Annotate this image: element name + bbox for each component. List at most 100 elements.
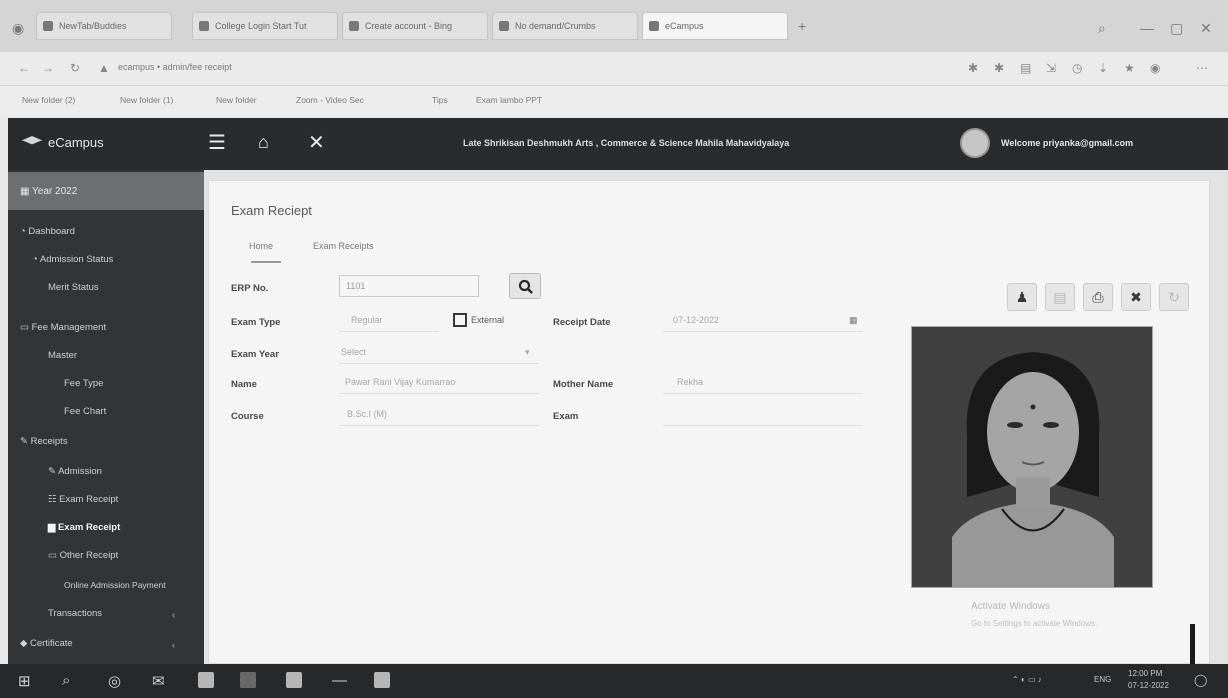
bookmark-item[interactable]: New folder (1): [120, 95, 173, 105]
close-icon[interactable]: ✕: [1200, 20, 1212, 37]
external-checkbox[interactable]: [453, 313, 467, 327]
bookmark-item[interactable]: New folder (2): [22, 95, 75, 105]
browser-tab-2[interactable]: College Login Start Tut: [192, 12, 338, 40]
extension-icon[interactable]: ▤: [1020, 61, 1031, 75]
sidebar-item-receipts[interactable]: ✎ Receipts: [20, 436, 68, 447]
sidebar-item-fee-chart[interactable]: Fee Chart: [64, 406, 106, 417]
history-icon[interactable]: ◷: [1072, 61, 1082, 75]
sidebar-item-fee-type[interactable]: Fee Type: [64, 378, 103, 389]
app-icon[interactable]: [198, 672, 214, 688]
favorites-icon[interactable]: ★: [1124, 61, 1135, 75]
sidebar-item-transactions[interactable]: Transactions: [48, 608, 102, 619]
exam-receipt-card: Exam Reciept Home Exam Receipts ERP No. …: [208, 180, 1210, 664]
tab-favicon-icon: [649, 21, 659, 31]
warning-icon: ▲: [98, 61, 110, 75]
erp-no-input[interactable]: 1101: [339, 275, 479, 297]
sidebar-item-year[interactable]: ▦ Year 2022: [8, 172, 204, 210]
tab-exam-receipts[interactable]: Exam Receipts: [313, 241, 374, 251]
browser-tab-4[interactable]: No demand/Crumbs: [492, 12, 638, 40]
browser-menu-icon[interactable]: ◉: [12, 20, 24, 37]
app-icon[interactable]: [374, 672, 390, 688]
certificate-icon: ◆: [20, 638, 30, 649]
money-icon: ▭: [20, 322, 32, 333]
calendar-icon[interactable]: ▦: [849, 315, 858, 326]
sidebar-item-admission[interactable]: ✎ Admission: [48, 466, 102, 477]
tab-home[interactable]: Home: [249, 241, 273, 251]
close-button[interactable]: ✖: [1121, 283, 1151, 311]
chevron-left-icon: ‹: [172, 640, 175, 650]
app-icon[interactable]: —: [332, 672, 347, 689]
save-button[interactable]: ▤: [1045, 283, 1075, 311]
back-icon[interactable]: ←: [18, 61, 30, 75]
scrollbar[interactable]: [1190, 624, 1195, 664]
windows-start-icon[interactable]: ⊞: [18, 672, 31, 690]
refresh-button[interactable]: ↻: [1159, 283, 1189, 311]
extension-icon[interactable]: ✱: [994, 61, 1004, 75]
browser-tab-1[interactable]: NewTab/Buddies: [36, 12, 172, 40]
tab-favicon-icon: [199, 21, 209, 31]
more-icon[interactable]: ⋯: [1196, 61, 1208, 75]
bookmark-item[interactable]: Tips: [432, 95, 448, 105]
notification-icon[interactable]: ◯: [1194, 673, 1207, 687]
app-icon[interactable]: [286, 672, 302, 688]
bookmark-item[interactable]: New folder: [216, 95, 257, 105]
search-icon[interactable]: ⌕: [62, 672, 70, 689]
browser-tab-active[interactable]: eCampus: [642, 12, 788, 40]
mother-name-underline: [663, 393, 863, 394]
sidebar-item-exam-receipt[interactable]: ▆ Exam Receipt: [48, 522, 120, 533]
browser-icon[interactable]: ◎: [108, 672, 121, 690]
tab-favicon-icon: [349, 21, 359, 31]
system-tray-icons[interactable]: ⌃ ◐ ▭ ♪: [1012, 675, 1042, 684]
minimize-icon[interactable]: —: [1140, 20, 1154, 36]
extension-icon[interactable]: ⇲: [1046, 61, 1056, 75]
bookmarks-bar: New folder (2) New folder (1) New folder…: [0, 86, 1228, 116]
activate-windows-title: Activate Windows: [971, 601, 1050, 612]
language-indicator[interactable]: ENG: [1094, 675, 1111, 684]
refresh-icon[interactable]: ↻: [70, 61, 80, 75]
receipt-date-input[interactable]: 07-12-2022: [673, 315, 719, 325]
sidebar-item-online-admission-payment[interactable]: Online Admission Payment: [64, 580, 166, 590]
add-user-button[interactable]: ♟: [1007, 283, 1037, 311]
menu-toggle-icon[interactable]: ☰: [208, 130, 226, 155]
profile-icon[interactable]: ◉: [1150, 61, 1160, 75]
list-icon: ☷: [48, 494, 60, 505]
sidebar-item-dashboard[interactable]: ◔ Dashboard: [20, 226, 75, 237]
search-button[interactable]: [509, 273, 541, 299]
mail-icon[interactable]: ✉: [152, 672, 165, 690]
exam-year-select[interactable]: Select: [341, 347, 366, 357]
forward-icon[interactable]: →: [42, 61, 54, 75]
receipt-icon: ✎: [20, 436, 31, 447]
download-icon[interactable]: ⇣: [1098, 61, 1108, 75]
chevron-down-icon: ▾: [525, 347, 530, 357]
sidebar-item-admission-status[interactable]: ◔ Admission Status: [32, 254, 113, 265]
user-menu[interactable]: Welcome priyanka@gmail.com: [1001, 138, 1133, 148]
browser-tab-3[interactable]: Create account - Bing: [342, 12, 488, 40]
brand-logo[interactable]: eCampus: [22, 135, 104, 150]
clock-date[interactable]: 07-12-2022: [1128, 681, 1169, 690]
search-icon: [518, 279, 533, 294]
clock-time[interactable]: 12:00 PM: [1128, 669, 1162, 678]
sidebar-item-other-receipt[interactable]: ▭ Other Receipt: [48, 550, 118, 561]
url-field[interactable]: ecampus • admin/fee receipt: [118, 62, 232, 72]
sidebar-item-certificate[interactable]: ◆ Certificate: [20, 638, 73, 649]
home-icon[interactable]: ⌂: [258, 132, 269, 153]
avatar[interactable]: [960, 128, 990, 158]
print-button[interactable]: ⎙: [1083, 283, 1113, 311]
extension-icon[interactable]: ✱: [968, 61, 978, 75]
chart-icon: ◔: [32, 254, 40, 265]
bookmark-item[interactable]: Zoom - Video Sec: [296, 95, 364, 105]
sidebar-item-fee-management[interactable]: ▭ Fee Management: [20, 322, 106, 333]
maximize-icon[interactable]: ▢: [1170, 20, 1183, 37]
course-value: B.Sc.I (M): [347, 409, 387, 419]
app-icon[interactable]: [240, 672, 256, 688]
sidebar-item-merit-status[interactable]: Merit Status: [48, 282, 99, 293]
app-header: eCampus ☰ ⌂ ✕ Late Shrikisan Deshmukh Ar…: [8, 118, 1228, 170]
search-icon[interactable]: ⌕: [1098, 20, 1106, 37]
new-tab-icon[interactable]: +: [798, 18, 806, 34]
exam-type-select[interactable]: Regular: [351, 315, 383, 325]
other-icon: ▭: [48, 550, 60, 561]
sidebar-item-master[interactable]: Master: [48, 350, 77, 361]
bookmark-item[interactable]: Exam lambo PPT: [476, 95, 542, 105]
sidebar-item-exam-receipt-1[interactable]: ☷ Exam Receipt: [48, 494, 118, 505]
tools-icon[interactable]: ✕: [308, 130, 325, 155]
